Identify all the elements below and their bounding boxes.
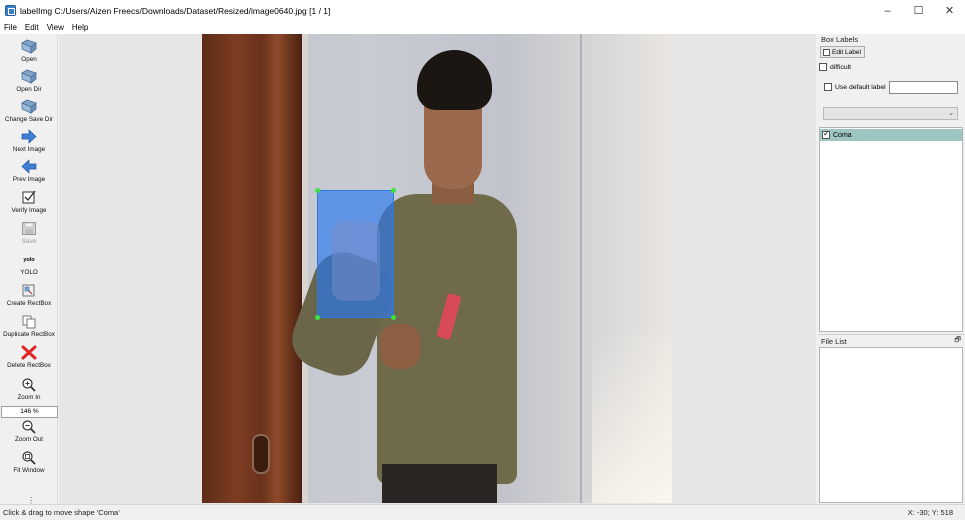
edit-label-button[interactable]: Edit Label [820, 46, 865, 58]
photo-door [202, 34, 302, 503]
status-bar: Click & drag to move shape 'Coma' X: -30… [0, 504, 965, 520]
create-rectbox-button[interactable]: Create RectBox [0, 283, 58, 307]
left-toolbar: Open Open Dir Change Save Dir Next Image… [0, 34, 58, 505]
delete-rectbox-label: Delete RectBox [7, 362, 51, 369]
bbox-vertex-bottom-left[interactable] [315, 315, 320, 320]
change-save-dir-label: Change Save Dir [5, 116, 53, 123]
window-controls: ‒ ☐ ✕ [872, 0, 965, 21]
save-disk-icon [21, 221, 37, 236]
folder-save-icon [21, 99, 37, 114]
format-yolo-button[interactable]: yolo YOLO [0, 252, 58, 277]
photo-door-handle [252, 434, 270, 474]
fit-window-icon [21, 450, 37, 465]
label-visible-checkbox[interactable] [822, 129, 830, 139]
create-rectbox-label: Create RectBox [6, 300, 52, 307]
yolo-icon: yolo [21, 252, 37, 267]
menu-file[interactable]: File [4, 23, 17, 32]
checkbox-verify-icon [21, 190, 37, 205]
difficult-checkbox-box [819, 63, 827, 71]
difficult-label: difficult [830, 63, 852, 71]
label-list[interactable]: Coma [819, 127, 963, 332]
right-dock-panel: Box Labels Edit Label difficult Use defa… [818, 34, 965, 504]
fit-window-label: Fit Window [13, 467, 45, 474]
edit-pencil-icon [823, 48, 830, 56]
bbox-hand-sign [332, 221, 380, 301]
bbox-vertex-top-right[interactable] [391, 188, 396, 193]
change-save-dir-button[interactable]: Change Save Dir [0, 99, 58, 123]
close-button[interactable]: ✕ [934, 0, 965, 21]
minimize-button[interactable]: ‒ [872, 0, 903, 21]
create-rect-icon [21, 283, 37, 298]
photo-light [592, 334, 672, 503]
arrow-left-icon [21, 159, 37, 174]
verify-image-label: Verify Image [11, 207, 47, 214]
folder-open-icon [21, 39, 37, 54]
zoom-spinbox[interactable]: 146 % [1, 406, 58, 418]
folder-dir-icon [21, 69, 37, 84]
next-image-button[interactable]: Next Image [0, 129, 58, 153]
save-label: Save [21, 238, 37, 245]
difficult-checkbox[interactable]: difficult [819, 63, 851, 71]
image-canvas[interactable] [59, 34, 816, 504]
duplicate-icon [21, 314, 37, 329]
use-default-label-text: Use default label [835, 83, 886, 91]
delete-rectbox-button[interactable]: Delete RectBox [0, 345, 58, 369]
format-label: YOLO [20, 269, 38, 276]
zoom-in-label: Zoom In [17, 394, 41, 401]
zoom-in-button[interactable]: Zoom In [0, 377, 58, 401]
label-item-text: Coma [833, 131, 852, 139]
save-button[interactable]: Save [0, 221, 58, 245]
bbox-vertex-bottom-right[interactable] [391, 315, 396, 320]
open-button[interactable]: Open [0, 39, 58, 63]
fit-window-button[interactable]: Fit Window [0, 450, 58, 474]
photo-person-pants [382, 464, 497, 503]
box-labels-title: Box Labels [821, 35, 859, 44]
photo-wall-corner [580, 34, 582, 503]
chevron-down-icon: ⌄ [948, 110, 954, 117]
zoom-out-button[interactable]: Zoom Out [0, 419, 58, 443]
next-image-label: Next Image [12, 146, 46, 153]
window-title: labelImg C:/Users/Aizen Freecs/Downloads… [20, 5, 331, 16]
menu-view[interactable]: View [47, 23, 64, 32]
menu-help[interactable]: Help [72, 23, 88, 32]
labelimg-app-icon [5, 5, 16, 16]
zoom-out-label: Zoom Out [15, 436, 43, 443]
file-list-title: File List [821, 337, 847, 346]
open-dir-label: Open Dir [16, 86, 42, 93]
file-list-header: File List 🗗 [818, 334, 965, 347]
title-bar: labelImg C:/Users/Aizen Freecs/Downloads… [0, 0, 965, 21]
verify-image-button[interactable]: Verify Image [0, 190, 58, 214]
menu-edit[interactable]: Edit [25, 23, 39, 32]
label-list-item[interactable]: Coma [820, 129, 962, 141]
cursor-position: X: -30; Y: 518 [907, 508, 953, 517]
labelimg-window: labelImg C:/Users/Aizen Freecs/Downloads… [0, 0, 965, 520]
edit-label-text: Edit Label [832, 48, 861, 56]
prev-image-button[interactable]: Prev Image [0, 159, 58, 183]
menu-bar: File Edit View Help [0, 21, 965, 34]
annotated-photo [202, 34, 672, 503]
open-label: Open [21, 56, 37, 63]
prev-image-label: Prev Image [12, 176, 46, 183]
status-message: Click & drag to move shape 'Coma' [3, 508, 120, 517]
use-default-label-box [824, 83, 832, 91]
bbox-vertex-top-left[interactable] [315, 188, 320, 193]
yolo-icon-text: yolo [23, 256, 35, 263]
arrow-right-icon [21, 129, 37, 144]
duplicate-rectbox-label: Duplicate RectBox [3, 331, 55, 338]
dock-float-icon[interactable]: 🗗 [954, 336, 961, 347]
bounding-box-coma[interactable] [315, 188, 396, 320]
file-list[interactable] [819, 347, 963, 503]
maximize-button[interactable]: ☐ [903, 0, 934, 21]
zoom-out-icon [21, 419, 37, 434]
delete-x-icon [21, 345, 37, 360]
default-label-input[interactable] [889, 81, 958, 94]
use-default-label-checkbox[interactable]: Use default label [824, 83, 886, 91]
duplicate-rectbox-button[interactable]: Duplicate RectBox [0, 314, 58, 338]
zoom-in-icon [21, 377, 37, 392]
open-dir-button[interactable]: Open Dir [0, 69, 58, 93]
label-combobox[interactable]: ⌄ [823, 107, 958, 120]
photo-person-hand [380, 324, 420, 369]
photo-door-frame [302, 34, 308, 503]
